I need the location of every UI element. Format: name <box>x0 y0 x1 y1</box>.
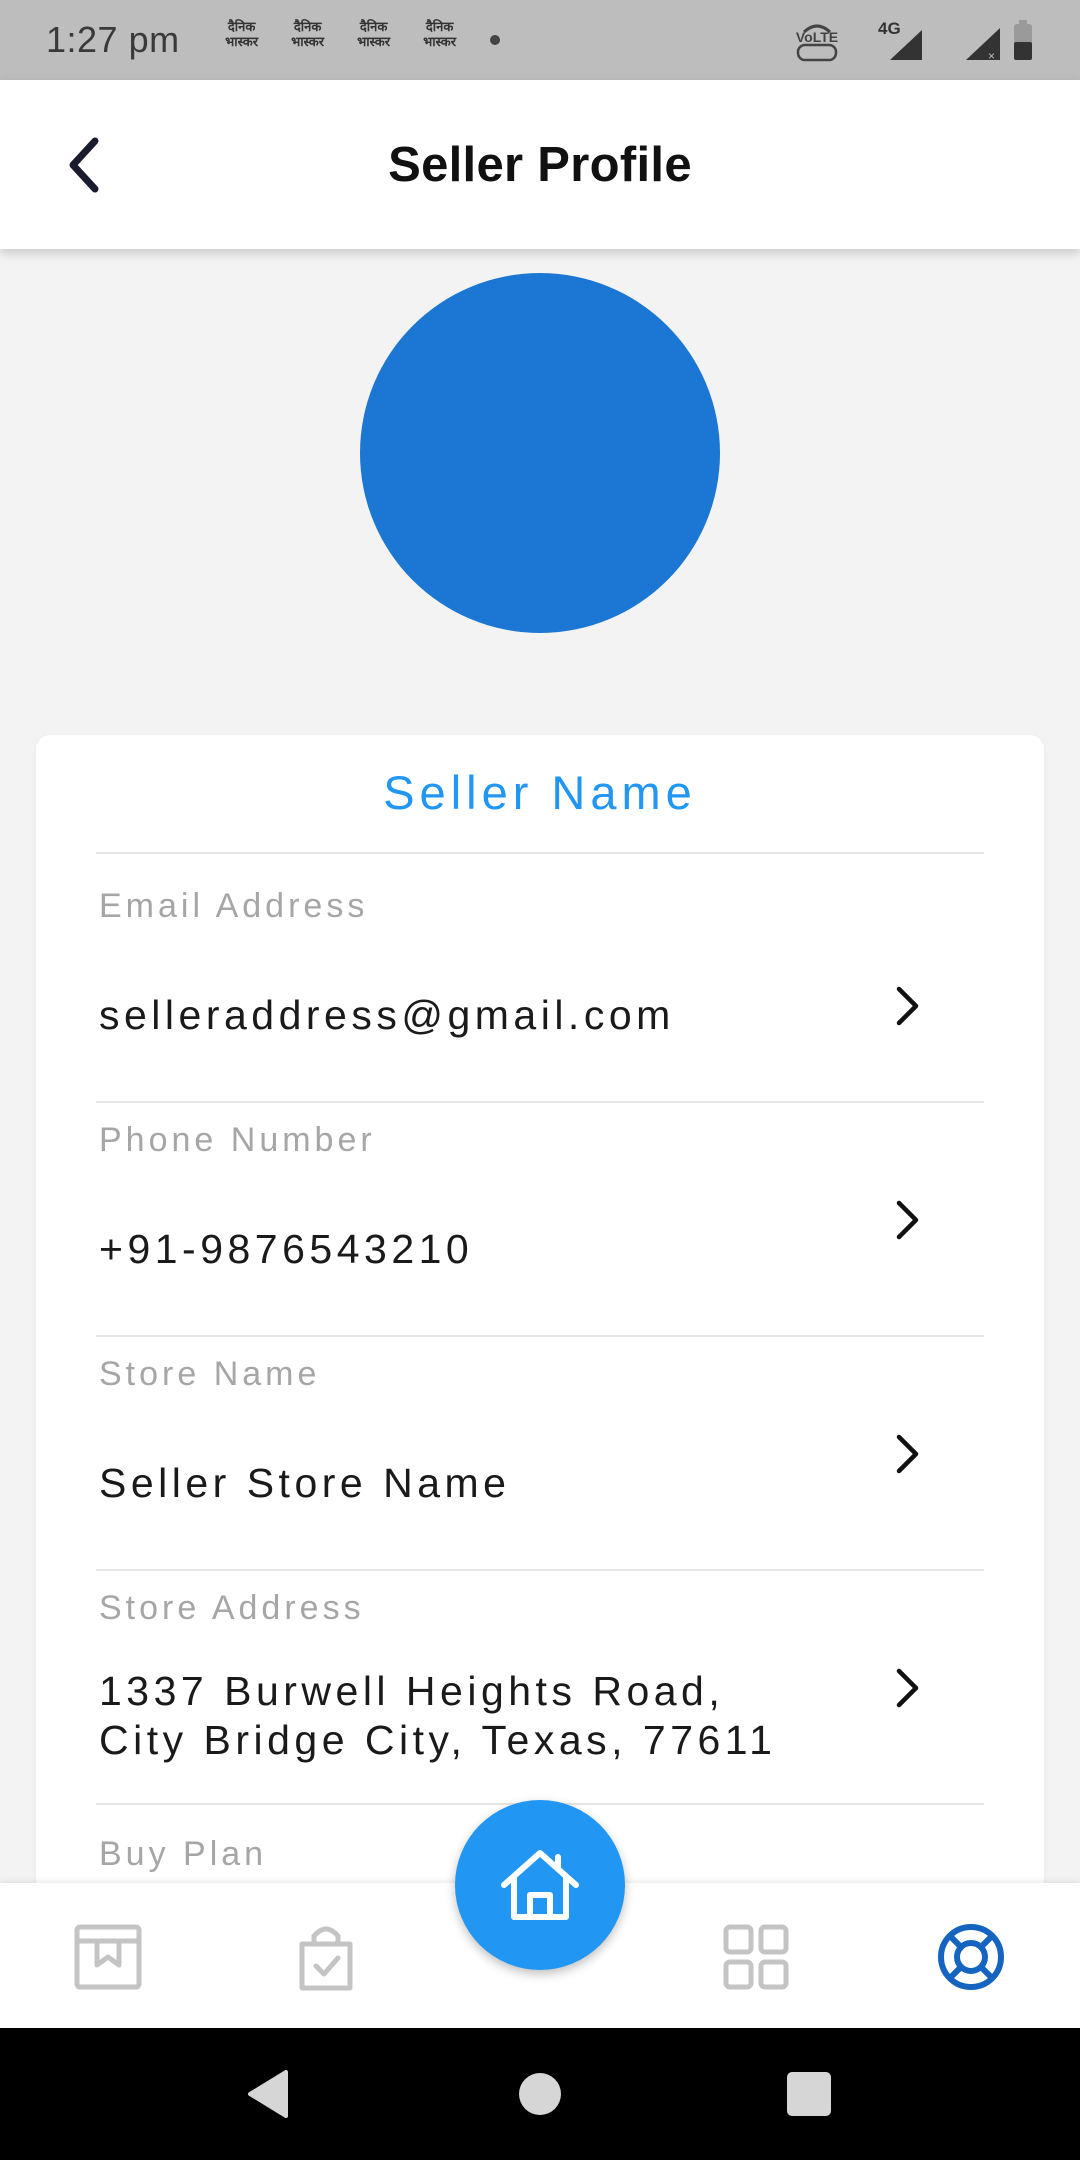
chevron-right-icon <box>896 1434 919 1474</box>
store-icon <box>74 1924 142 1990</box>
system-home-icon[interactable] <box>518 2072 562 2116</box>
avatar[interactable] <box>360 273 720 633</box>
page-title: Seller Profile <box>388 137 692 192</box>
system-recents-icon[interactable] <box>786 2071 832 2117</box>
support-lifebuoy-icon <box>938 1924 1004 1990</box>
more-notifications-dot <box>489 35 500 45</box>
notification-icons: दैनिक भास्कर दैनिक भास्कर दैनिक भास्कर द… <box>220 20 500 60</box>
grid-icon <box>723 1924 789 1990</box>
seller-name: Seller Name <box>383 766 697 819</box>
back-button[interactable] <box>50 130 120 200</box>
nav-support[interactable] <box>933 1919 1009 1995</box>
dainik-bhaskar-icon: दैनिक भास्कर <box>225 20 259 50</box>
phone-row[interactable] <box>96 1103 984 1335</box>
buy-plan-label[interactable]: Buy Plan <box>99 1835 267 1874</box>
home-button[interactable] <box>455 1800 625 1970</box>
status-time: 1:27 pm <box>46 19 180 60</box>
app-bar: Seller Profile <box>0 80 1080 249</box>
system-nav-bar <box>0 2028 1080 2160</box>
nav-categories[interactable] <box>718 1919 794 1995</box>
store-name-value: Seller Store Name <box>99 1460 511 1506</box>
store-address-line1: 1337 Burwell Heights Road, <box>99 1668 725 1714</box>
dainik-bhaskar-icon: दैनिक भास्कर <box>291 20 325 50</box>
svg-text:VoLTE: VoLTE <box>796 29 838 45</box>
store-name-row[interactable] <box>96 1337 984 1569</box>
nav-store[interactable] <box>70 1919 146 1995</box>
email-value: selleraddress@gmail.com <box>99 992 675 1038</box>
store-address-line2: City Bridge City, Texas, 77611 <box>99 1717 777 1763</box>
profile-card: Seller Name Email Address selleraddress@… <box>36 735 1044 1935</box>
divider <box>96 852 984 854</box>
4g-signal-icon: 4G <box>878 19 922 60</box>
chevron-right-icon <box>896 986 919 1026</box>
svg-text:4G: 4G <box>878 19 901 38</box>
dainik-bhaskar-icon: दैनिक भास्कर <box>423 20 457 50</box>
svg-text:×: × <box>988 49 995 62</box>
phone-value: +91-9876543210 <box>99 1226 474 1272</box>
volte-icon: VoLTE <box>796 24 838 62</box>
nav-orders[interactable] <box>288 1919 364 1995</box>
shopping-bag-check-icon <box>299 1926 353 1991</box>
email-row[interactable] <box>96 855 984 1087</box>
home-icon <box>501 1850 579 1920</box>
signal-battery-icon: × <box>966 20 1032 62</box>
chevron-right-icon <box>896 1668 919 1708</box>
status-bar: 1:27 pm दैनिक भास्कर दैनिक भास्कर दैनिक … <box>0 0 1080 80</box>
back-arrow-icon <box>69 137 99 192</box>
chevron-right-icon <box>896 1200 919 1240</box>
dainik-bhaskar-icon: दैनिक भास्कर <box>357 20 391 50</box>
system-back-icon[interactable] <box>244 2068 290 2120</box>
